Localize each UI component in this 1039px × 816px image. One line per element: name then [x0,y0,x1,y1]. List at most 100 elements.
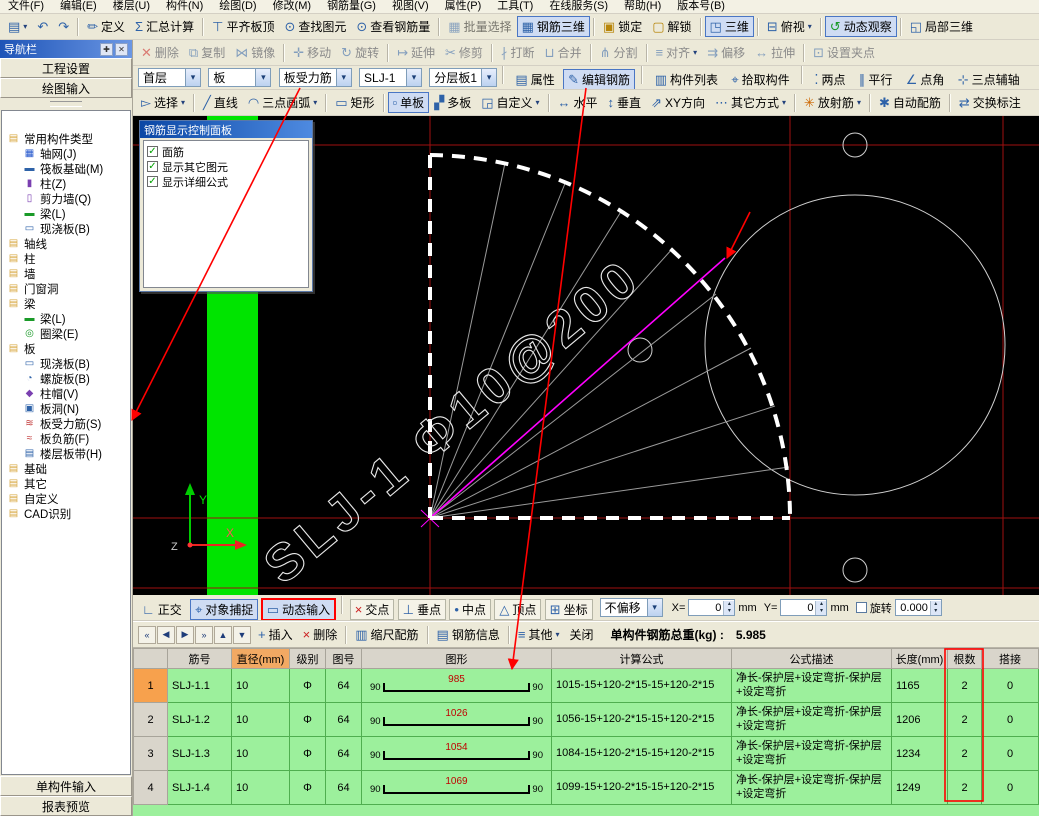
rebar-info-button[interactable]: ▤ 钢筋信息 [432,624,505,645]
properties-button[interactable]: ▤ 属性 [510,69,559,90]
vertical-button[interactable]: ↕ 垂直 [603,92,647,113]
tree-item-cast-slab-2[interactable]: ▭ 现浇板(B) [2,356,130,371]
component-list-button[interactable]: ▥ 构件列表 [650,69,723,90]
grip-settings-button[interactable]: ⊡ 设置夹点 [808,42,880,63]
three-point-axis-button[interactable]: ⊹ 三点辅轴 [953,69,1025,90]
snap-vertex-button[interactable]: △ 顶点 [494,599,541,620]
unlock-button[interactable]: ▢ 解锁 [647,16,696,37]
horizontal-button[interactable]: ↔ 水平 [553,92,603,113]
row-number-cell[interactable]: 2 [134,703,168,737]
osnap-button[interactable]: ⌖ 对象捕捉 [190,599,258,620]
separator[interactable] [820,18,822,36]
align-slab-top-button[interactable]: ⊤ 平齐板顶 [207,16,279,37]
separator[interactable] [949,94,951,112]
chevron-down-icon[interactable] [255,69,270,86]
separator[interactable] [700,18,702,36]
report-preview-button[interactable]: 报表预览 [0,796,132,816]
tree-item-custom-folder[interactable]: ▤ 自定义 [2,491,130,506]
define-button[interactable]: ✏ 定义 [82,16,130,37]
other-button[interactable]: ≡ 其他 ▾ [513,624,565,645]
ortho-button[interactable]: ∟ 正交 [137,599,187,620]
lock-button[interactable]: ▣ 锁定 [598,16,647,37]
extend-button[interactable]: ↦ 延伸 [392,42,440,63]
auto-rebar-button[interactable]: ✱ 自动配筋 [874,92,946,113]
move-button[interactable]: ✛ 移动 [288,42,336,63]
table-row[interactable]: 1 SLJ-1.1 10 Φ 64 90 985 [134,669,1039,703]
view-rebar-qty-button[interactable]: ⊙ 查看钢筋量 [351,16,435,37]
custom-range-button[interactable]: ◲ 自定义 ▾ [476,92,544,113]
tree-item-cast-slab[interactable]: ▭ 现浇板(B) [2,221,130,236]
separator[interactable] [548,94,550,112]
chevron-down-icon[interactable] [185,69,200,86]
pick-component-button[interactable]: ⌖ 拾取构件 [726,69,794,90]
tree-item-axis-folder[interactable]: ▤ 轴线 [2,236,130,251]
trim-button[interactable]: ✂ 修剪 [440,42,488,63]
separator[interactable] [593,18,595,36]
table-row[interactable]: 3 SLJ-1.3 10 Φ 64 90 1054 [134,737,1039,771]
table-row[interactable]: 2 SLJ-1.2 10 Φ 64 90 1026 [134,703,1039,737]
header-calc-formula[interactable]: 计算公式 [552,649,732,669]
rebar-3d-button[interactable]: ▦ 钢筋三维 [517,16,590,37]
panel-checkbox-row[interactable]: 显示详细公式 [147,174,305,189]
redo-button[interactable]: ↷ [53,18,74,35]
separator[interactable] [803,44,805,62]
separator[interactable] [491,44,493,62]
swap-label-button[interactable]: ⇄ 交换标注 [954,92,1026,113]
menu-item[interactable]: 工具(T) [489,0,541,13]
separator[interactable] [77,18,79,36]
select-button[interactable]: ▻ 选择 ▾ [136,92,190,113]
drawing-input-button[interactable]: 绘图输入 [0,78,132,98]
element-type-combo[interactable]: 板 [208,68,271,87]
tree-item-cad-folder[interactable]: ▤ CAD识别 [2,506,130,521]
multi-slab-button[interactable]: ▞ 多板 [429,92,476,113]
tree-item-raft-foundation[interactable]: ▬ 筏板基础(M) [2,161,130,176]
menu-item[interactable]: 构件(N) [158,0,211,13]
tree-item-floor-slab-strip[interactable]: ▤ 楼层板带(H) [2,446,130,461]
view-3d-button[interactable]: ◳ 三维 [705,16,754,37]
chevron-down-icon[interactable] [481,69,496,86]
split-button[interactable]: ⋔ 分割 [595,42,643,63]
line-button[interactable]: ╱ 直线 [198,92,243,113]
panel-title[interactable]: 钢筋显示控制面板 [140,121,312,138]
last-record-button[interactable]: » [195,626,213,644]
project-settings-button[interactable]: 工程设置 [0,58,132,78]
header-shape-no[interactable]: 图号 [326,649,362,669]
parallel-axis-button[interactable]: ∥ 平行 [854,69,898,90]
chevron-down-icon[interactable] [336,69,351,86]
header-diameter[interactable]: 直径(mm) [232,649,290,669]
menu-item[interactable]: 楼层(U) [105,0,158,13]
separator[interactable] [427,626,429,644]
single-slab-button[interactable]: ▫ 单板 [388,92,430,113]
edit-rebar-button[interactable]: ✎ 编辑钢筋 [563,69,635,90]
floor-combo[interactable]: 首层 [138,68,201,87]
cad-canvas[interactable]: Y X Z SLJ-1 Φ10@200 钢筋显示控制面板 面筋 [133,116,1039,595]
erase-button[interactable]: ✕ 删除 [136,42,184,63]
separator[interactable] [341,596,343,614]
header-lap[interactable]: 搭接 [982,649,1039,669]
separator[interactable] [794,94,796,112]
checkbox-checked-icon[interactable] [147,146,158,157]
separator[interactable] [438,18,440,36]
separator[interactable] [502,66,504,84]
tree-item-column-folder[interactable]: ▤ 柱 [2,251,130,266]
header-count[interactable]: 根数 [948,649,982,669]
menu-item[interactable]: 绘图(D) [211,0,264,13]
separator[interactable] [325,94,327,112]
tree-item-slab-negative-rebar[interactable]: ≈ 板负筋(F) [2,431,130,446]
tree-item-ring-beam[interactable]: ◎ 圈梁(E) [2,326,130,341]
merge-button[interactable]: ⊔ 合并 [539,42,586,63]
header-shape-graphic[interactable]: 图形 [362,649,552,669]
dynamic-input-button[interactable]: ▭ 动态输入 [262,599,335,620]
sidebar-splitter[interactable] [0,98,132,109]
scale-rebar-button[interactable]: ▥ 缩尺配筋 [350,624,423,645]
rebar-type-combo[interactable]: 板受力筋 [279,68,352,87]
radial-rebar-button[interactable]: ✳ 放射筋 ▾ [799,92,866,113]
menu-item[interactable]: 版本号(B) [669,0,733,13]
new-button[interactable]: ▤ ▾ [3,18,32,35]
menu-item[interactable]: 属性(P) [437,0,490,13]
row-number-cell[interactable]: 1 [134,669,168,703]
offset-button[interactable]: ⇉ 偏移 [702,42,750,63]
menu-item[interactable]: 钢筋量(G) [319,0,384,13]
copy-button[interactable]: ⧉ 复制 [184,42,230,63]
single-component-input-button[interactable]: 单构件输入 [0,776,132,796]
